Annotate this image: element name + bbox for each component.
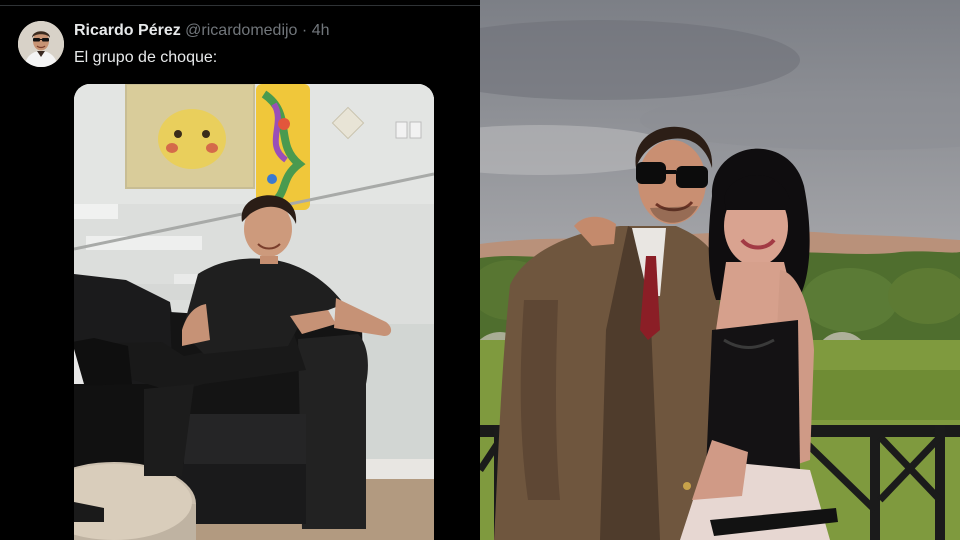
divider xyxy=(0,5,480,6)
author-handle[interactable]: @ricardomedijo xyxy=(185,22,297,39)
tweet-media-image[interactable] xyxy=(74,84,434,540)
tweet-time[interactable]: 4h xyxy=(312,22,330,39)
tweet-card: Ricardo Pérez @ricardomedijo · 4h El gru… xyxy=(0,0,480,540)
author-name[interactable]: Ricardo Pérez xyxy=(74,22,181,39)
meta-separator: · xyxy=(301,22,308,39)
photo-icon xyxy=(480,0,960,540)
photo-icon xyxy=(74,84,434,540)
tweet-text: El grupo de choque: xyxy=(74,49,218,66)
photo-couple xyxy=(480,0,960,540)
tweet-header: Ricardo Pérez @ricardomedijo · 4h xyxy=(74,22,329,40)
avatar-icon xyxy=(18,21,64,67)
avatar[interactable] xyxy=(18,21,64,67)
